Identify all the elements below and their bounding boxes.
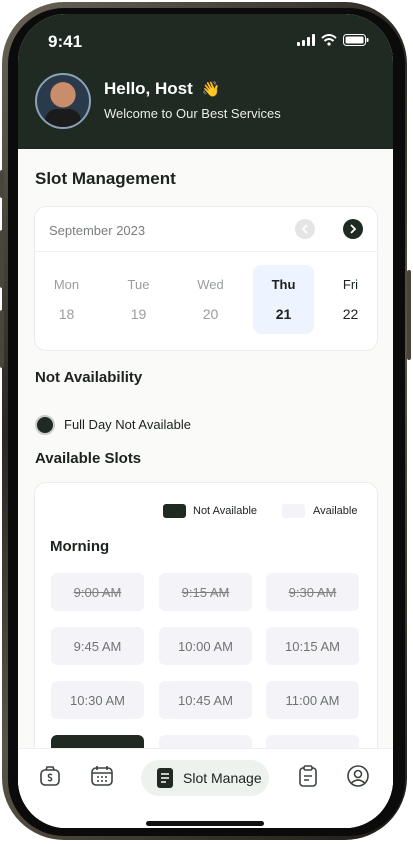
greeting-text: Hello, Host	[104, 79, 193, 98]
time-slot[interactable]: 9:00 AM	[51, 573, 144, 611]
tab-slot-manage[interactable]: Slot Manage	[141, 760, 269, 796]
slot-management-title: Slot Management	[35, 169, 176, 188]
month-label: September 2023	[49, 223, 146, 238]
wave-emoji: 👋	[201, 81, 221, 98]
time-slot[interactable]: 10:30 AM	[51, 681, 144, 719]
day-mon[interactable]: Mon 18	[36, 265, 97, 334]
tab-profile[interactable]	[344, 762, 372, 790]
legend-not-available-label: Not Available	[193, 505, 258, 517]
chevron-left-icon	[301, 224, 308, 234]
status-icons	[297, 34, 369, 46]
day-name: Wed	[197, 277, 224, 292]
wifi-icon	[321, 34, 337, 46]
full-day-label[interactable]: Full Day Not Available	[64, 417, 191, 432]
slots-card: Not Available Available Morning 9:00 AM …	[34, 482, 378, 783]
calendar-icon	[91, 766, 113, 786]
time-slot[interactable]: 11:00 AM	[266, 681, 359, 719]
day-name: Thu	[271, 277, 296, 292]
profile-icon	[347, 765, 369, 787]
day-number: 22	[342, 306, 359, 322]
tab-bar: Slot Manage	[18, 748, 393, 828]
legend-available-label: Available	[313, 505, 358, 517]
time-slot[interactable]: 10:00 AM	[159, 627, 252, 665]
time-slot[interactable]: 9:45 AM	[51, 627, 144, 665]
side-button	[0, 230, 4, 288]
status-time: 9:41	[48, 32, 83, 51]
time-slot[interactable]: 10:45 AM	[159, 681, 252, 719]
battery-icon	[343, 34, 369, 46]
day-wed[interactable]: Wed 20	[180, 265, 241, 334]
time-slot[interactable]: 9:15 AM	[159, 573, 252, 611]
greeting: Hello, Host 👋	[104, 79, 220, 99]
next-month-button[interactable]	[343, 219, 363, 239]
not-availability-title: Not Availability	[35, 369, 143, 386]
full-day-radio[interactable]	[35, 415, 55, 435]
day-name: Tue	[127, 277, 150, 292]
day-name: Fri	[342, 277, 359, 292]
tab-clipboard[interactable]	[294, 762, 322, 790]
day-fri[interactable]: Fri 22	[320, 265, 381, 334]
tab-payments[interactable]	[36, 762, 64, 790]
welcome-text: Welcome to Our Best Services	[104, 106, 281, 121]
header: 9:41 Hello, Host 👋 Welcome to Our Best S…	[18, 14, 393, 149]
home-indicator	[146, 821, 264, 826]
day-number: 19	[130, 306, 147, 322]
screen: 9:41 Hello, Host 👋 Welcome to Our Best S…	[18, 14, 393, 828]
clipboard-icon	[299, 765, 317, 787]
morning-title: Morning	[50, 538, 110, 555]
tab-slot-manage-label: Slot Manage	[183, 770, 262, 786]
legend-available-swatch	[282, 504, 305, 518]
side-button	[407, 270, 411, 360]
tab-calendar[interactable]	[88, 762, 116, 790]
signal-icon	[297, 34, 315, 46]
content: Slot Management September 2023 Mon 18 Tu…	[18, 149, 393, 828]
calendar-card: September 2023 Mon 18 Tue 19 Wed 20 Thu	[34, 206, 378, 351]
side-button	[0, 310, 4, 368]
chevron-right-icon	[350, 224, 357, 234]
legend-not-available-swatch	[163, 504, 186, 518]
day-number: 20	[202, 306, 219, 322]
prev-month-button[interactable]	[295, 219, 315, 239]
day-tue[interactable]: Tue 19	[108, 265, 169, 334]
calendar-divider	[35, 251, 377, 252]
avatar[interactable]	[35, 73, 91, 129]
available-slots-title: Available Slots	[35, 450, 142, 467]
day-number: 21	[275, 306, 292, 322]
time-slot[interactable]: 9:30 AM	[266, 573, 359, 611]
side-button	[0, 170, 4, 198]
day-thu-selected[interactable]: Thu 21	[253, 265, 314, 334]
time-slot[interactable]: 10:15 AM	[266, 627, 359, 665]
slot-manage-icon	[157, 768, 173, 788]
day-number: 18	[58, 306, 75, 322]
day-name: Mon	[53, 277, 80, 292]
money-bag-icon	[40, 766, 60, 786]
